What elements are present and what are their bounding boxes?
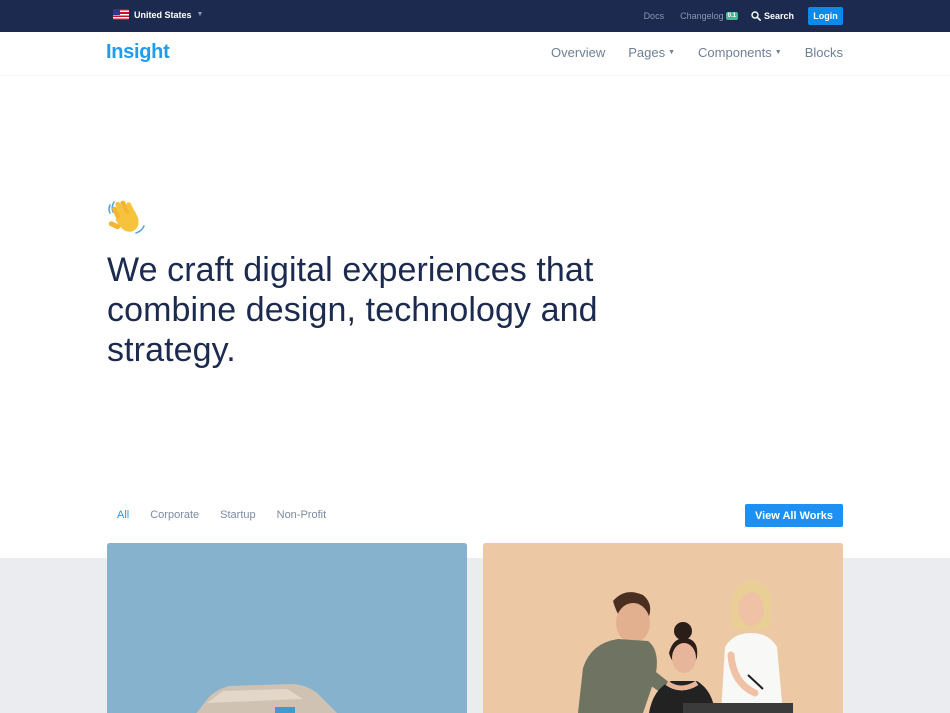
country-label: United States	[134, 9, 192, 20]
nav-item-label: Blocks	[804, 45, 843, 60]
login-button[interactable]: Login	[808, 7, 843, 25]
work-filters: All Corporate Startup Non-Profit	[117, 509, 347, 521]
nav-item-label: Overview	[551, 45, 606, 60]
nav-item-label: Components	[698, 45, 772, 60]
filter-startup[interactable]: Startup	[220, 509, 255, 521]
wooden-box-image	[107, 543, 467, 713]
team-photo-image	[483, 543, 843, 713]
nav-item-pages[interactable]: Pages ▼	[628, 45, 675, 60]
changelog-link[interactable]: Changelog 0.1	[680, 11, 738, 21]
portfolio-card-image[interactable]	[107, 543, 467, 713]
top-bar: United States ▼ Docs Changelog 0.1 Searc…	[0, 0, 950, 32]
changelog-version-badge: 0.1	[725, 12, 738, 20]
us-flag-icon	[113, 9, 129, 20]
nav-item-overview[interactable]: Overview	[551, 45, 605, 60]
docs-link[interactable]: Docs	[644, 11, 665, 21]
waving-hand-icon	[108, 200, 145, 234]
nav-item-components[interactable]: Components ▼	[698, 45, 782, 60]
portfolio-card-image[interactable]	[483, 543, 843, 713]
caret-down-icon: ▼	[668, 49, 676, 56]
top-bar-links: Docs Changelog 0.1 Search Login	[628, 7, 843, 25]
search-label: Search	[763, 11, 794, 21]
caret-down-icon: ▼	[196, 11, 204, 18]
filter-corporate[interactable]: Corporate	[150, 509, 199, 521]
filter-non-profit[interactable]: Non-Profit	[277, 509, 327, 521]
changelog-label: Changelog	[680, 11, 724, 21]
nav-item-label: Pages	[628, 45, 666, 60]
nav-item-blocks[interactable]: Blocks	[805, 45, 843, 60]
country-selector[interactable]: United States ▼	[113, 9, 203, 20]
brand-logo[interactable]: Insight	[106, 41, 170, 64]
search-link[interactable]: Search	[751, 11, 794, 21]
filter-all[interactable]: All	[117, 509, 129, 521]
main-navbar: Insight Overview Pages ▼ Components ▼ Bl…	[0, 32, 950, 76]
search-icon	[751, 11, 761, 21]
hero-title: We craft digital experiences that combin…	[107, 251, 598, 369]
main-nav: Overview Pages ▼ Components ▼ Blocks	[528, 45, 843, 60]
view-all-works-button[interactable]: View All Works	[745, 504, 843, 527]
caret-down-icon: ▼	[774, 49, 782, 56]
